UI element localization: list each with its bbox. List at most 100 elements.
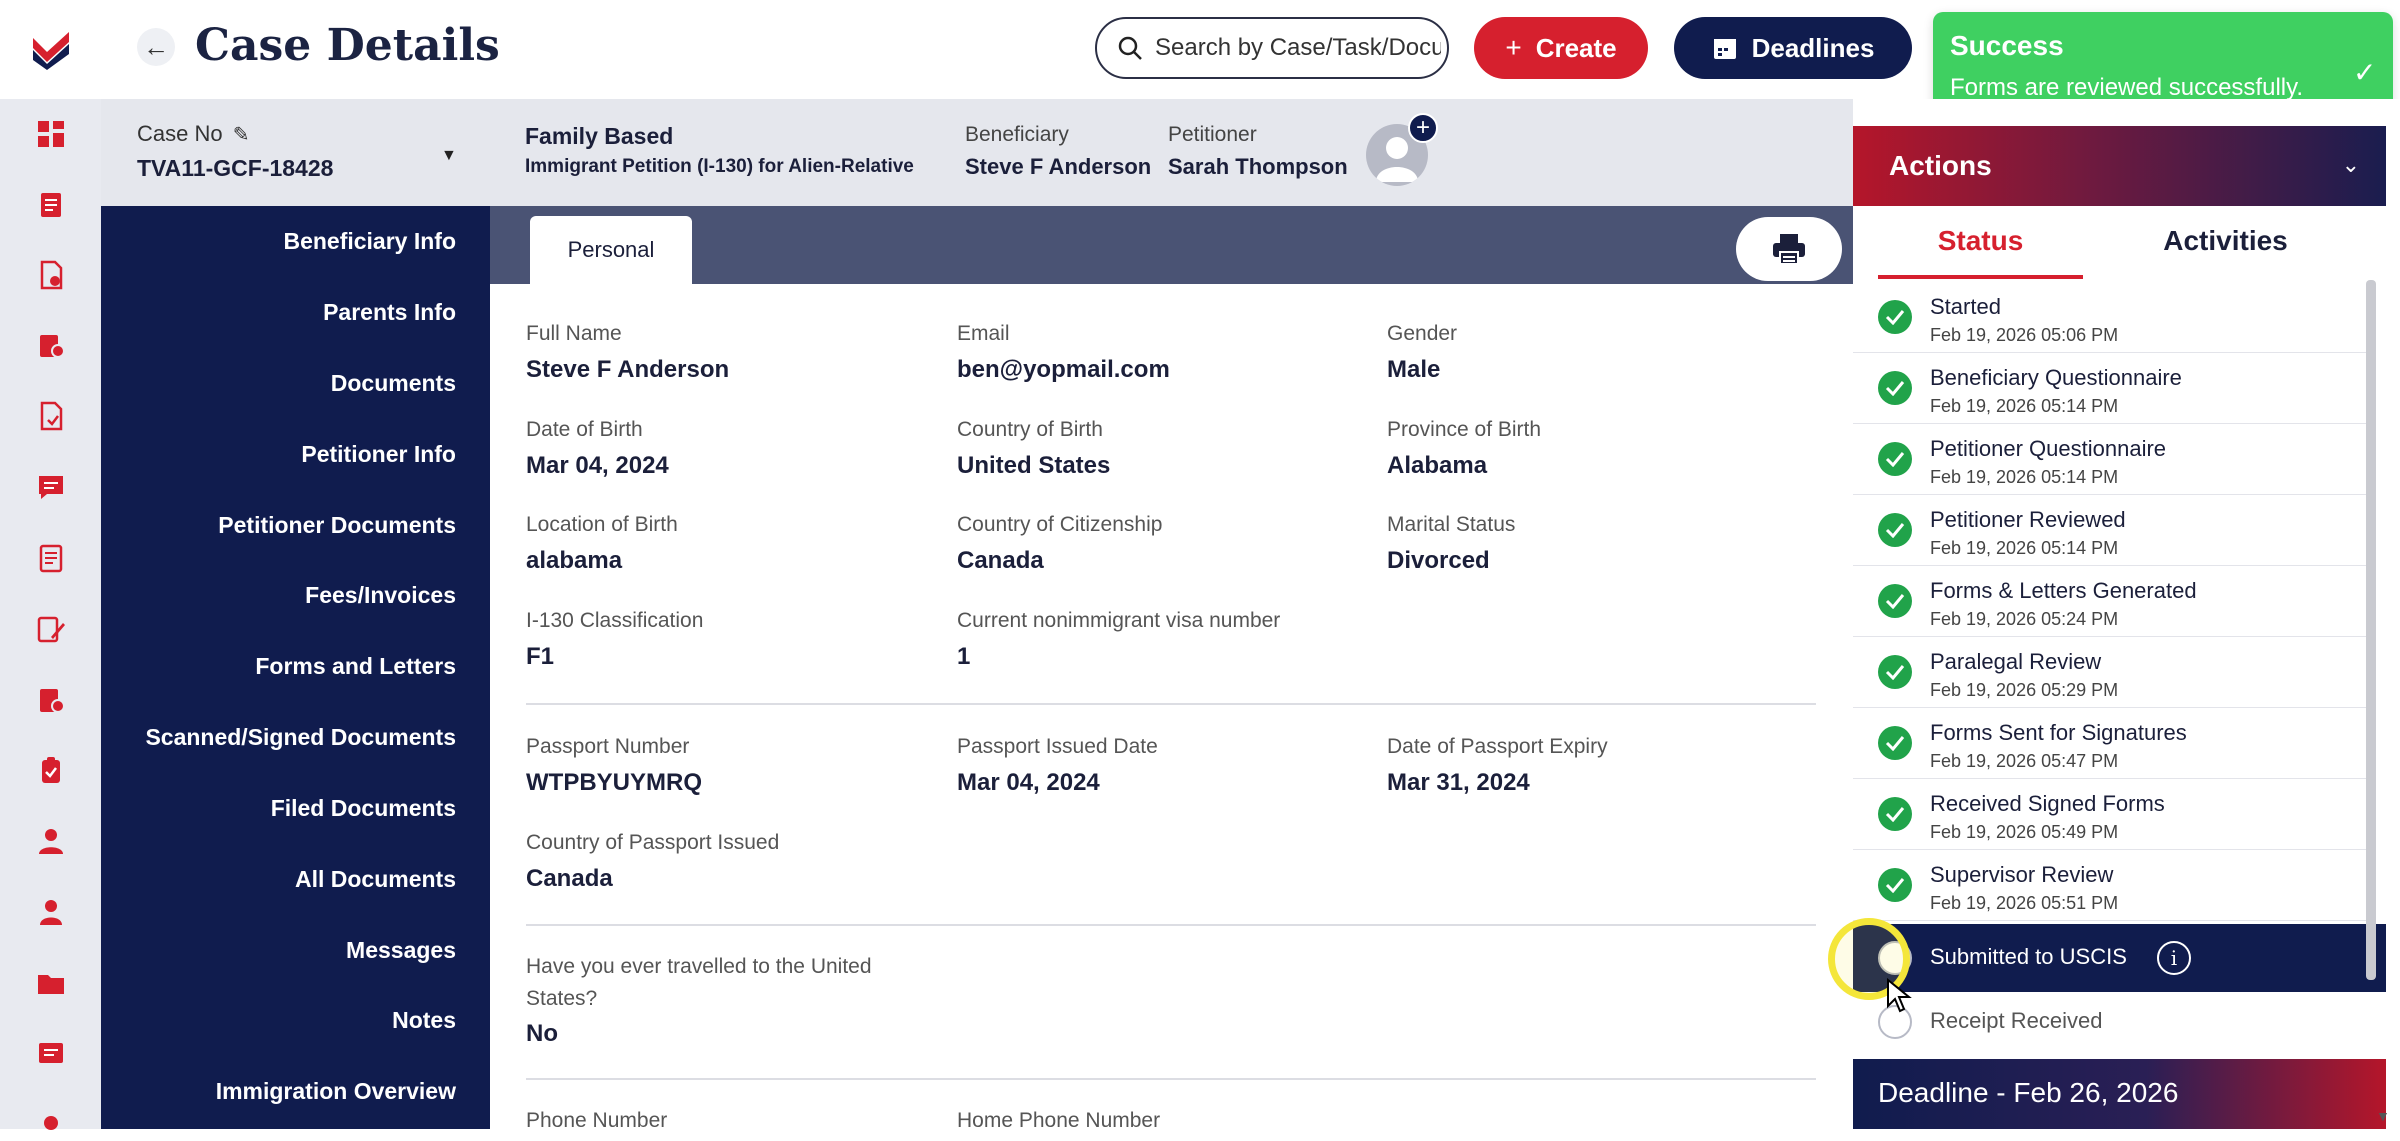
passport-expiry-value: Mar 31, 2024: [1387, 769, 1530, 796]
user-tie-icon[interactable]: [33, 823, 69, 859]
passport-country-label: Country of Passport Issued: [526, 831, 780, 854]
case-dropdown-icon[interactable]: ▼: [441, 147, 457, 165]
nav-item-petitioner-info[interactable]: Petitioner Info: [301, 441, 456, 468]
status-step: Forms & Letters Generated Feb 19, 2026 0…: [1853, 566, 2373, 637]
calendar-icon: [1713, 39, 1736, 59]
status-step-name: Forms & Letters Generated: [1930, 578, 2197, 603]
check-circle-icon: [1878, 868, 1912, 902]
print-button[interactable]: [1736, 217, 1842, 281]
passport-issued-value: Mar 04, 2024: [957, 769, 1100, 796]
travelled-value: No: [526, 1020, 558, 1047]
forms-icon[interactable]: [33, 398, 69, 434]
status-step-name: Petitioner Reviewed: [1930, 507, 2126, 532]
passport-number-value: WTPBYUYMRQ: [526, 769, 702, 796]
pencil-icon[interactable]: ✎: [233, 124, 250, 146]
back-button[interactable]: ←: [137, 28, 175, 66]
passport-issued-label: Passport Issued Date: [957, 735, 1158, 758]
status-step-time: Feb 19, 2026 05:49 PM: [1930, 822, 2119, 842]
status-step-name: Receipt Received: [1930, 1008, 2103, 1033]
visa-number-label: Current nonimmigrant visa number: [957, 609, 1281, 632]
status-step-name: Supervisor Review: [1930, 862, 2114, 887]
petitioner-label: Petitioner: [1168, 123, 1257, 146]
create-label: Create: [1535, 32, 1617, 63]
section-divider: [526, 1078, 1816, 1080]
scroll-down-icon[interactable]: ▼: [2376, 1108, 2390, 1124]
message-square-icon[interactable]: [33, 1036, 69, 1072]
case-no-label: Case No ✎: [137, 121, 250, 146]
tab-activities[interactable]: Activities: [2123, 225, 2328, 279]
add-person-icon[interactable]: +: [1408, 113, 1438, 143]
case-petition-type: Immigrant Petition (I-130) for Alien-Rel…: [525, 156, 914, 177]
full-name-value: Steve F Anderson: [526, 356, 730, 383]
visa-number-value: 1: [957, 643, 971, 670]
nav-item-documents[interactable]: Documents: [331, 370, 456, 397]
passport-expiry-label: Date of Passport Expiry: [1387, 735, 1608, 758]
case-number: TVA11-GCF-18428: [137, 155, 334, 181]
gender-value: Male: [1387, 356, 1441, 383]
nav-item-beneficiary-info[interactable]: Beneficiary Info: [283, 228, 456, 255]
more-icon[interactable]: [33, 1105, 69, 1141]
clipboard-icon[interactable]: [33, 752, 69, 788]
actions-header[interactable]: Actions ⌄: [1853, 126, 2386, 206]
nav-item-petitioner-documents[interactable]: Petitioner Documents: [218, 512, 456, 539]
actions-scrollbar[interactable]: [2366, 280, 2376, 980]
status-step: Petitioner Questionnaire Feb 19, 2026 05…: [1853, 424, 2373, 495]
deadlines-label: Deadlines: [1751, 32, 1875, 63]
province-of-birth-label: Province of Birth: [1387, 418, 1542, 441]
dashboard-icon[interactable]: [33, 116, 69, 152]
printer-icon: [1773, 234, 1805, 265]
status-step: Received Signed Forms Feb 19, 2026 05:49…: [1853, 779, 2373, 850]
approval-icon[interactable]: [33, 682, 69, 718]
status-step-name: Forms Sent for Signatures: [1930, 720, 2187, 745]
deadlines-button[interactable]: Deadlines: [1674, 17, 1912, 79]
nav-item-forms-and-letters[interactable]: Forms and Letters: [255, 653, 456, 680]
nav-item-fees-invoices[interactable]: Fees/Invoices: [305, 582, 456, 609]
status-step-time: Feb 19, 2026 05:14 PM: [1930, 396, 2119, 416]
status-step-current[interactable]: Submitted to USCIS i: [1853, 924, 2386, 992]
user-icon[interactable]: [33, 894, 69, 930]
cases-icon[interactable]: [33, 186, 69, 222]
nav-item-filed-documents[interactable]: Filed Documents: [271, 795, 456, 822]
nav-item-notes[interactable]: Notes: [392, 1007, 456, 1034]
nav-item-messages[interactable]: Messages: [346, 937, 456, 964]
edit-document-icon[interactable]: [33, 611, 69, 647]
beneficiary-label: Beneficiary: [965, 123, 1069, 146]
case-category: Family Based: [525, 123, 674, 149]
actions-panel: Actions ⌄ Status Activities Started Feb …: [1853, 99, 2400, 1129]
app-logo[interactable]: [0, 0, 101, 99]
tab-status[interactable]: Status: [1878, 225, 2083, 279]
marital-status-value: Divorced: [1387, 547, 1490, 574]
create-button[interactable]: + Create: [1474, 17, 1648, 79]
section-divider: [526, 924, 1816, 926]
search-input[interactable]: [1153, 33, 1443, 63]
billing-icon[interactable]: [33, 327, 69, 363]
nav-item-scanned-signed-documents[interactable]: Scanned/Signed Documents: [145, 724, 456, 751]
nav-item-immigration-overview[interactable]: Immigration Overview: [216, 1078, 456, 1105]
search-box[interactable]: [1095, 17, 1449, 79]
info-icon[interactable]: i: [2157, 941, 2191, 975]
deadline-banner[interactable]: Deadline - Feb 26, 2026: [1853, 1059, 2386, 1129]
folder-icon[interactable]: [33, 965, 69, 1001]
status-step-time: Feb 19, 2026 05:51 PM: [1930, 893, 2119, 913]
mouse-pointer-icon: [1887, 978, 1912, 1013]
nav-item-parents-info[interactable]: Parents Info: [323, 299, 456, 326]
chat-icon[interactable]: [33, 469, 69, 505]
email-value: ben@yopmail.com: [957, 356, 1170, 383]
status-step-pending[interactable]: Receipt Received: [1853, 992, 2386, 1052]
check-circle-icon: [1878, 300, 1912, 334]
full-name-label: Full Name: [526, 322, 622, 345]
plus-icon: +: [1505, 32, 1522, 63]
notes-icon[interactable]: [33, 540, 69, 576]
location-of-birth-value: alabama: [526, 547, 623, 574]
section-divider: [526, 703, 1816, 705]
country-of-birth-label: Country of Birth: [957, 418, 1103, 441]
nav-item-all-documents[interactable]: All Documents: [295, 866, 456, 893]
citizenship-label: Country of Citizenship: [957, 513, 1163, 536]
tab-personal[interactable]: Personal: [530, 216, 692, 284]
status-step: Beneficiary Questionnaire Feb 19, 2026 0…: [1853, 353, 2373, 424]
chevron-down-icon[interactable]: ⌄: [2342, 152, 2360, 178]
country-of-birth-value: United States: [957, 452, 1111, 479]
document-check-icon[interactable]: [33, 257, 69, 293]
classification-value: F1: [526, 643, 555, 670]
status-step: Started Feb 19, 2026 05:06 PM: [1853, 282, 2373, 353]
